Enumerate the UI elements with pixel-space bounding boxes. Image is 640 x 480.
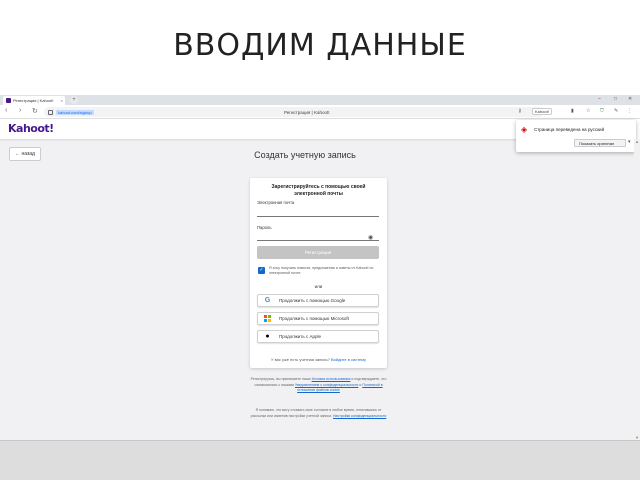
star-icon[interactable]: ☆: [586, 108, 590, 114]
email-field[interactable]: [257, 209, 379, 217]
signup-submit-button[interactable]: Регистрация: [257, 246, 379, 259]
slide-title: ВВОДИМ ДАННЫЕ: [173, 28, 467, 63]
minimize-button[interactable]: –: [598, 96, 601, 102]
kahoot-logo[interactable]: Kahoot!: [8, 122, 54, 135]
address-bar[interactable]: kahoot.com/signup Регистрация | Kahoot!: [44, 107, 544, 117]
terms-link[interactable]: Условия использования: [312, 377, 351, 381]
apple-signup-label: Продолжить с Apple: [279, 334, 321, 339]
back-nav-button[interactable]: ‹: [5, 107, 7, 114]
forward-nav-button[interactable]: ›: [19, 107, 21, 114]
privacy-settings-link[interactable]: Настройки конфиденциальности: [333, 414, 386, 418]
puzzle-icon[interactable]: ✎: [614, 108, 618, 114]
consent-checkbox[interactable]: ✓: [258, 267, 265, 274]
url-text[interactable]: kahoot.com/signup: [56, 109, 94, 115]
signup-card: Зарегистрируйтесь с помощью своей электр…: [250, 178, 387, 368]
microsoft-signup-button[interactable]: Продолжить с помощью Microsoft: [257, 312, 379, 325]
consent-paragraph: Я понимаю, что могу отозвать свое соглас…: [248, 408, 389, 419]
key-icon[interactable]: ⚷: [518, 108, 522, 114]
translate-popup: ◈ Страница переведена на русский Показат…: [516, 120, 636, 152]
password-label: Пароль: [257, 225, 272, 230]
kahoot-favicon-icon: [6, 98, 11, 103]
new-tab-button[interactable]: +: [70, 96, 78, 104]
translate-icon: ◈: [521, 125, 528, 134]
google-icon: G: [264, 297, 271, 304]
show-password-icon[interactable]: ◉: [368, 234, 373, 241]
login-link[interactable]: Войдите в систему: [331, 357, 366, 362]
login-prompt-text: У вас уже есть учетная запись?: [270, 357, 330, 362]
shield-icon[interactable]: ⛉: [600, 108, 604, 114]
taskbar: [0, 440, 640, 480]
or-divider: или: [314, 284, 323, 289]
browser-toolbar: ‹ › ↻ kahoot.com/signup Регистрация | Ka…: [0, 105, 640, 119]
consent-text: Я хочу получать новости, предложения и с…: [269, 266, 374, 275]
reload-button[interactable]: ↻: [32, 107, 38, 115]
page-scrollbar[interactable]: ▲ ▼: [634, 139, 640, 440]
privacy-notice-link[interactable]: Уведомлением о конфиденциальности: [295, 383, 358, 387]
page-title-text: Регистрация | Kahoot!: [284, 109, 330, 115]
extension-icon[interactable]: ▮: [571, 108, 574, 114]
menu-icon[interactable]: ⋮: [627, 108, 632, 114]
terms-paragraph: Регистрируясь, вы принимаете наши Услови…: [248, 377, 389, 394]
terms-text-start: Регистрируясь, вы принимаете наши: [250, 377, 311, 381]
tab-close-icon[interactable]: ×: [61, 98, 63, 103]
close-window-button[interactable]: ✕: [628, 96, 632, 102]
email-label: Электронная почта: [257, 200, 295, 205]
password-field[interactable]: [257, 233, 379, 241]
translate-extension-button[interactable]: Kahoot!: [532, 108, 552, 115]
browser-tab[interactable]: Регистрация | Kahoot! ×: [3, 96, 65, 105]
browser-window: Регистрация | Kahoot! × + – □ ✕ ‹ › ↻ ka…: [0, 95, 640, 440]
google-signup-label: Продолжить с помощью Google: [279, 298, 346, 303]
card-title: Зарегистрируйтесь с помощью своей электр…: [271, 184, 366, 197]
apple-signup-button[interactable]: ● Продолжить с Apple: [257, 330, 379, 343]
scroll-up-icon[interactable]: ▲: [634, 139, 640, 144]
maximize-button[interactable]: □: [614, 96, 617, 102]
microsoft-signup-label: Продолжить с помощью Microsoft: [279, 316, 349, 321]
microsoft-icon: [264, 315, 271, 322]
show-original-select[interactable]: Показать оригинал: [574, 139, 626, 147]
tab-bar: Регистрация | Kahoot! × + – □ ✕: [0, 95, 640, 105]
chevron-down-icon[interactable]: ▾: [628, 139, 631, 145]
back-button[interactable]: ← назад: [9, 147, 41, 161]
login-prompt: У вас уже есть учетная запись? Войдите в…: [250, 357, 387, 362]
page-heading: Создать учетную запись: [254, 150, 356, 160]
translate-message: Страница переведена на русский: [534, 127, 605, 132]
lock-icon: [48, 109, 53, 115]
google-signup-button[interactable]: G Продолжить с помощью Google: [257, 294, 379, 307]
apple-icon: ●: [265, 333, 270, 340]
tab-title: Регистрация | Kahoot!: [13, 98, 54, 103]
